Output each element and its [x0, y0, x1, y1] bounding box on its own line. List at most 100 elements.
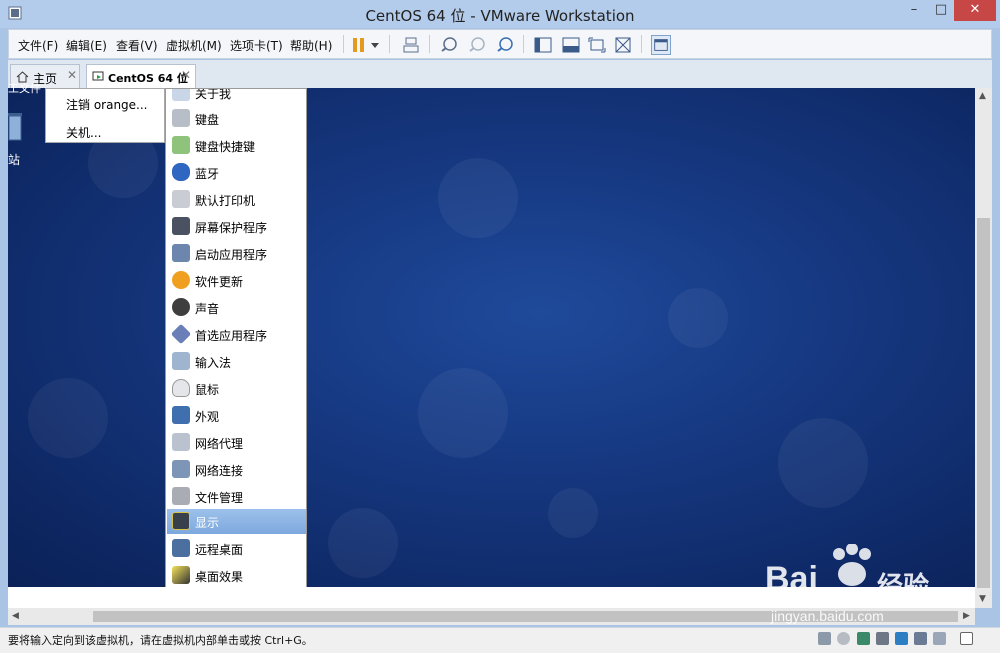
bluetooth-icon	[172, 163, 190, 181]
pref-item-remote-desktop[interactable]: 远程桌面	[167, 536, 306, 561]
wallpaper-bubble	[668, 288, 728, 348]
toolbar: 文件(F) 编辑(E) 查看(V) 虚拟机(M) 选项卡(T) 帮助(H)	[8, 29, 992, 59]
scroll-down-icon[interactable]: ▼	[979, 594, 986, 604]
wallpaper-bubble	[438, 158, 518, 238]
title-bar: CentOS 64 位 - VMware Workstation – □ ✕	[0, 0, 1000, 28]
chevron-down-icon[interactable]	[369, 35, 381, 55]
vertical-scrollbar[interactable]: ▲ ▼	[975, 88, 992, 608]
preferred-apps-icon	[170, 323, 192, 345]
network-adapter-icon[interactable]	[857, 632, 870, 645]
minimize-button[interactable]: –	[900, 0, 928, 21]
keyboard-icon	[172, 109, 190, 127]
cd-drive-icon[interactable]	[837, 632, 850, 645]
toolbar-separator	[389, 35, 390, 53]
keyboard-shortcuts-icon	[172, 136, 190, 154]
remote-desktop-icon	[172, 539, 190, 557]
screensaver-icon	[172, 217, 190, 235]
pref-item-keyboard[interactable]: 键盘	[167, 106, 306, 131]
desktop-folder-label: 工文件	[8, 82, 41, 95]
pref-item-appearance[interactable]: 外观	[167, 403, 306, 428]
toolbar-separator	[343, 35, 344, 53]
appearance-icon	[172, 406, 190, 424]
pref-item-mouse[interactable]: 鼠标	[167, 376, 306, 401]
wallpaper-bubble	[28, 378, 108, 458]
network-connections-icon	[172, 460, 190, 478]
close-icon[interactable]: ✕	[67, 68, 77, 82]
preferences-menu: 关于我 键盘 键盘快捷键 蓝牙 默认打印机 屏幕保护程序 启动应用程序 软件更新…	[165, 88, 307, 588]
watermark-brand-cn: 经验	[877, 571, 930, 601]
sidebar-view-icon[interactable]	[533, 35, 553, 55]
pref-item-desktop-effects[interactable]: 桌面效果	[167, 563, 306, 587]
trash-icon[interactable]	[8, 112, 22, 142]
pref-item-about-me[interactable]: 关于我	[167, 89, 306, 105]
display-icon	[172, 512, 190, 530]
printer-icon	[172, 190, 190, 208]
pref-item-input-method[interactable]: 输入法	[167, 349, 306, 374]
wallpaper-bubble	[418, 368, 508, 458]
scroll-right-icon[interactable]: ▶	[963, 611, 970, 621]
close-window-button[interactable]: ✕	[954, 0, 996, 21]
pref-item-network-proxy[interactable]: 网络代理	[167, 430, 306, 455]
pref-item-display[interactable]: 显示	[167, 509, 306, 534]
unity-icon[interactable]	[613, 35, 633, 55]
snapshot-icon[interactable]	[439, 35, 459, 55]
mouse-icon	[172, 379, 190, 397]
software-update-icon	[172, 271, 190, 289]
maximize-button[interactable]: □	[928, 0, 954, 21]
toolbar-separator	[429, 35, 430, 53]
menu-tabs[interactable]: 选项卡(T)	[230, 37, 283, 54]
pref-item-sound[interactable]: 声音	[167, 295, 306, 320]
vertical-scroll-thumb[interactable]	[977, 218, 990, 588]
pref-item-screensaver[interactable]: 屏幕保护程序	[167, 214, 306, 239]
message-log-icon[interactable]	[960, 632, 973, 645]
snapshot-manager-icon[interactable]	[495, 35, 515, 55]
pref-item-file-management[interactable]: 文件管理	[167, 484, 306, 509]
usb-device-icon[interactable]	[914, 632, 927, 645]
fullscreen-icon[interactable]	[587, 35, 607, 55]
pref-item-keyboard-shortcuts[interactable]: 键盘快捷键	[167, 133, 306, 158]
send-keys-icon[interactable]	[401, 35, 421, 55]
trash-label: 站	[8, 153, 21, 167]
revert-snapshot-icon[interactable]	[467, 35, 487, 55]
toolbar-separator	[523, 35, 524, 53]
logout-menu-item[interactable]: 注销 orange...	[66, 96, 148, 113]
tab-centos[interactable]: CentOS 64 位 ✕	[86, 64, 196, 88]
menu-file[interactable]: 文件(F)	[18, 37, 58, 54]
menu-help[interactable]: 帮助(H)	[290, 37, 332, 54]
input-method-icon	[172, 352, 190, 370]
scroll-up-icon[interactable]: ▲	[979, 91, 986, 101]
status-message: 要将输入定向到该虚拟机，请在虚拟机内部单击或按 Ctrl+G。	[8, 634, 313, 647]
printer-status-icon[interactable]	[876, 632, 889, 645]
desktop-effects-icon	[172, 566, 190, 584]
vmware-window: CentOS 64 位 - VMware Workstation – □ ✕ 文…	[0, 0, 1000, 653]
pref-item-preferred-apps[interactable]: 首选应用程序	[167, 322, 306, 347]
pref-item-software-update[interactable]: 软件更新	[167, 268, 306, 293]
console-view-icon[interactable]	[561, 35, 581, 55]
about-me-icon	[172, 89, 190, 101]
display-status-icon[interactable]	[933, 632, 946, 645]
pref-item-network-connections[interactable]: 网络连接	[167, 457, 306, 482]
menu-vm[interactable]: 虚拟机(M)	[166, 37, 222, 54]
toolbar-separator	[641, 35, 642, 53]
paw-logo	[833, 544, 871, 586]
close-icon[interactable]: ✕	[181, 68, 191, 82]
menu-view[interactable]: 查看(V)	[116, 37, 158, 54]
wallpaper-bubble	[778, 418, 868, 508]
wallpaper-bubble	[548, 488, 598, 538]
sound-card-icon[interactable]	[895, 632, 908, 645]
shutdown-menu-item[interactable]: 关机...	[66, 124, 101, 141]
scroll-left-icon[interactable]: ◀	[12, 611, 19, 621]
guest-desktop[interactable]	[8, 88, 975, 587]
pause-icon[interactable]	[349, 35, 369, 55]
startup-apps-icon	[172, 244, 190, 262]
wallpaper-bubble	[328, 508, 398, 578]
user-menu: 注销 orange... 关机...	[45, 88, 165, 143]
menu-edit[interactable]: 编辑(E)	[66, 37, 107, 54]
pref-item-printer[interactable]: 默认打印机	[167, 187, 306, 212]
library-view-icon[interactable]	[651, 35, 671, 55]
pref-item-bluetooth[interactable]: 蓝牙	[167, 160, 306, 185]
pref-item-startup-apps[interactable]: 启动应用程序	[167, 241, 306, 266]
window-title: CentOS 64 位 - VMware Workstation	[365, 7, 635, 25]
hard-disk-icon[interactable]	[818, 632, 831, 645]
sound-icon	[172, 298, 190, 316]
